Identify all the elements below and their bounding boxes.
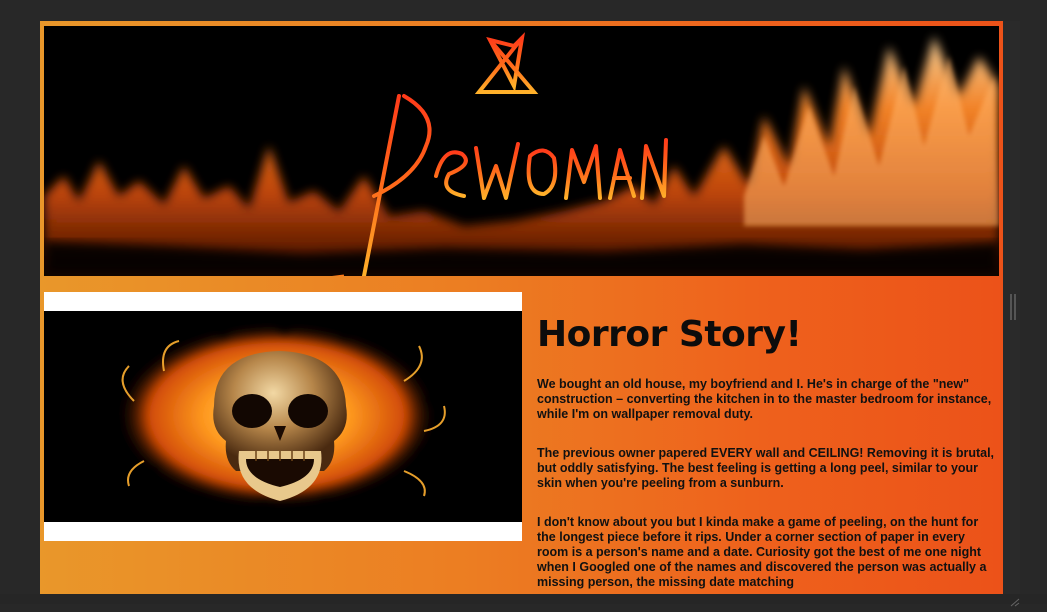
story-content: Horror Story! We bought an old house, my… [537, 311, 999, 594]
skull-image-frame [44, 292, 522, 541]
story-paragraph-2: The previous owner papered EVERY wall an… [537, 446, 995, 490]
story-title: Horror Story! [537, 314, 802, 355]
story-paragraph-1: We bought an old house, my boyfriend and… [537, 377, 992, 421]
flaming-skull-image [44, 311, 522, 522]
header-banner [44, 26, 999, 276]
page-frame: Horror Story! We bought an old house, my… [40, 21, 1003, 594]
resize-corner-icon[interactable] [1008, 594, 1020, 607]
story-paragraph-3: I don't know about you but I kinda make … [537, 515, 987, 589]
pane-resize-handle[interactable] [1010, 294, 1016, 320]
window-bottom-edge [0, 594, 1047, 604]
flame-banner-graphic [44, 26, 999, 276]
flaming-skull-icon [44, 311, 522, 522]
